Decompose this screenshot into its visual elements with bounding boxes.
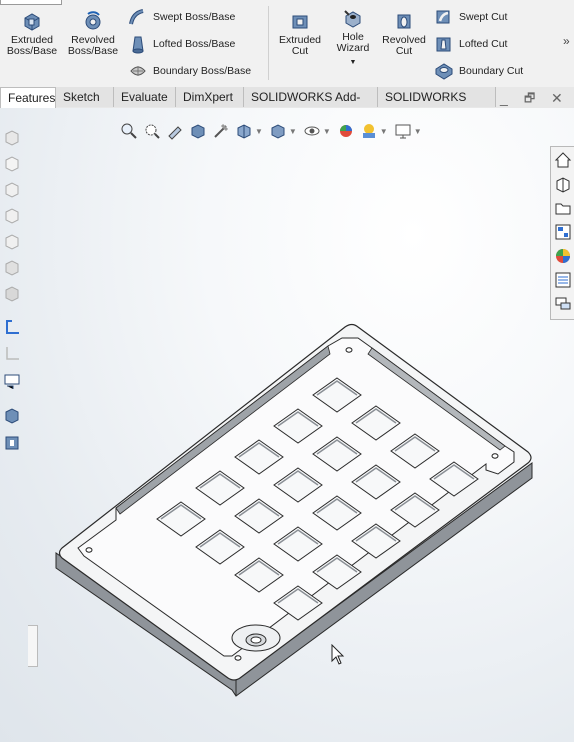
lofted-boss-label: Lofted Boss/Base	[153, 38, 236, 50]
panel-collapse-handle[interactable]	[28, 625, 38, 667]
hole-wizard-label: Hole Wizard	[336, 31, 370, 54]
tab-evaluate[interactable]: Evaluate	[114, 87, 176, 107]
graphics-area[interactable]	[0, 108, 574, 742]
hole-wizard-button[interactable]: Hole Wizard ▼	[330, 8, 376, 68]
zoom-to-area-icon[interactable]	[143, 122, 161, 140]
mount-hole	[491, 453, 499, 459]
extruded-cut-icon	[292, 15, 308, 29]
display-pane-icon[interactable]	[3, 372, 21, 390]
appearances-icon[interactable]	[554, 247, 572, 265]
hole-wizard-icon	[344, 10, 361, 28]
cube-front-icon[interactable]	[3, 128, 21, 146]
revolved-boss-icon	[85, 11, 101, 30]
sketch-plane-2-icon[interactable]	[3, 344, 21, 362]
boundary-boss-button[interactable]: Boundary Boss/Base	[128, 60, 251, 82]
command-manager: Extruded Boss/Base Revolved Boss/Base Sw…	[0, 0, 574, 88]
view-orientation-icon[interactable]	[235, 122, 253, 140]
cube-back-icon[interactable]	[3, 154, 21, 172]
tab-solidworks-mbd[interactable]: SOLIDWORKS MBD	[378, 87, 496, 124]
revolved-cut-label: Revolved Cut	[382, 34, 426, 57]
swept-boss-label: Swept Boss/Base	[153, 11, 236, 23]
cube-top-icon[interactable]	[3, 232, 21, 250]
home-icon[interactable]	[554, 151, 572, 169]
forum-icon[interactable]	[554, 295, 572, 313]
apply-scene-icon[interactable]	[360, 122, 378, 140]
previous-view-icon[interactable]	[166, 122, 184, 140]
boundary-cut-button[interactable]: Boundary Cut	[434, 60, 523, 82]
tab-sketch[interactable]: Sketch	[56, 87, 114, 107]
swept-cut-icon	[436, 10, 450, 24]
view-orientation-dropdown-icon[interactable]: ▼	[255, 127, 263, 136]
mount-hole	[345, 347, 353, 353]
cube-bottom-icon[interactable]	[3, 258, 21, 276]
extruded-boss-button[interactable]: Extruded Boss/Base	[4, 10, 60, 57]
swept-boss-icon	[129, 9, 144, 25]
section-view-icon[interactable]	[189, 122, 207, 140]
file-explorer-icon[interactable]	[554, 199, 572, 217]
view-palette-icon[interactable]	[554, 223, 572, 241]
lofted-cut-icon	[436, 37, 451, 52]
extruded-cut-button[interactable]: Extruded Cut	[273, 10, 327, 57]
revolved-boss-button[interactable]: Revolved Boss/Base	[64, 10, 122, 57]
part-small-icon[interactable]	[3, 434, 21, 452]
apply-scene-dropdown-icon[interactable]: ▼	[380, 127, 388, 136]
boundary-cut-label: Boundary Cut	[459, 65, 524, 77]
lofted-boss-icon	[132, 36, 144, 54]
revolved-cut-button[interactable]: Revolved Cut	[378, 10, 430, 57]
display-style-icon[interactable]	[269, 122, 287, 140]
parts-library-icon[interactable]	[554, 175, 572, 193]
revolved-boss-label: Revolved Boss/Base	[67, 34, 119, 57]
boundary-boss-label: Boundary Boss/Base	[153, 65, 252, 77]
extruded-boss-icon	[24, 13, 40, 31]
revolved-cut-icon	[397, 14, 411, 29]
cube-left-icon[interactable]	[3, 180, 21, 198]
hole-wizard-dropdown-icon[interactable]: ▼	[330, 57, 376, 68]
cube-iso-icon[interactable]	[3, 284, 21, 302]
custom-properties-icon[interactable]	[554, 271, 572, 289]
mount-hole	[234, 655, 242, 661]
display-style-dropdown-icon[interactable]: ▼	[289, 127, 297, 136]
lofted-cut-label: Lofted Cut	[459, 38, 508, 50]
ribbon-separator	[268, 6, 269, 80]
mount-hole	[85, 547, 93, 553]
cube-right-icon[interactable]	[3, 206, 21, 224]
extruded-cut-label: Extruded Cut	[278, 34, 322, 57]
command-manager-tabs: Features Sketch Evaluate DimXpert SOLIDW…	[0, 87, 574, 124]
mouse-cursor-icon	[331, 644, 345, 665]
sketch-plane-icon[interactable]	[3, 318, 21, 336]
restore-button[interactable]: 🗗	[524, 92, 535, 104]
minimize-button[interactable]: _	[500, 91, 508, 105]
task-pane-tabs	[550, 146, 574, 320]
part-model[interactable]	[0, 108, 574, 742]
extrude-small-icon[interactable]	[3, 406, 21, 424]
more-commands-button[interactable]: »	[563, 34, 570, 48]
extruded-boss-label: Extruded Boss/Base	[6, 34, 58, 57]
edit-appearance-icon[interactable]	[337, 122, 355, 140]
tab-solidworks-add-ins[interactable]: SOLIDWORKS Add-Ins	[244, 87, 378, 124]
tab-dimxpert[interactable]: DimXpert	[176, 87, 244, 107]
hide-show-dropdown-icon[interactable]: ▼	[323, 127, 331, 136]
heads-up-view-toolbar: ▼ ▼ ▼ ▼ ▼	[120, 120, 428, 142]
swept-cut-label: Swept Cut	[459, 11, 508, 23]
ribbon-top-tab-edge	[0, 0, 62, 5]
hide-show-items-icon[interactable]	[303, 122, 321, 140]
close-button[interactable]: ✕	[551, 91, 563, 105]
left-view-strip	[0, 108, 38, 742]
tab-features[interactable]: Features	[0, 87, 56, 109]
view-settings-icon[interactable]	[394, 122, 412, 140]
view-settings-dropdown-icon[interactable]: ▼	[414, 127, 422, 136]
swept-boss-button[interactable]: Swept Boss/Base	[128, 6, 235, 28]
lofted-boss-button[interactable]: Lofted Boss/Base	[128, 33, 235, 55]
boundary-boss-icon	[130, 66, 146, 76]
boundary-cut-icon	[435, 63, 453, 80]
lofted-cut-button[interactable]: Lofted Cut	[434, 33, 507, 55]
swept-cut-button[interactable]: Swept Cut	[434, 6, 507, 28]
zoom-to-fit-icon[interactable]	[120, 122, 138, 140]
dynamic-annotation-icon[interactable]	[212, 122, 230, 140]
